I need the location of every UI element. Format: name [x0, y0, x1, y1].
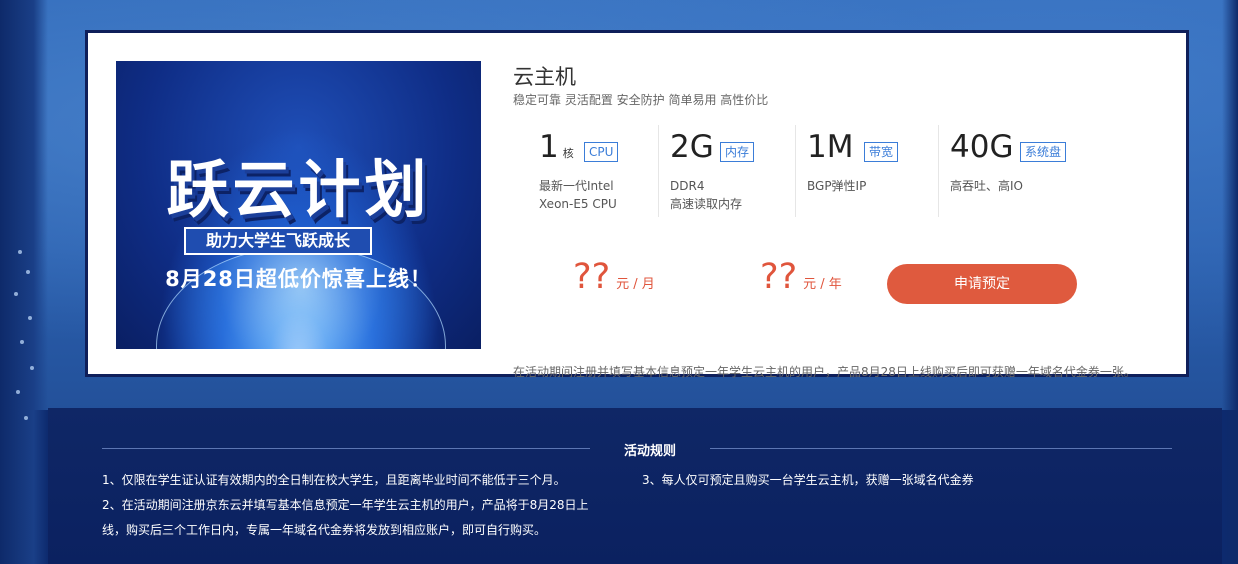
- rules-title: 活动规则: [623, 444, 676, 459]
- rules-divider-right: [710, 448, 1172, 449]
- spec-cpu: 1核 CPU 最新一代Intel Xeon-E5 CPU: [539, 125, 649, 217]
- rule-item-3: 3、每人仅可预定且购买一台学生云主机，获赠一张域名代金券: [642, 473, 974, 487]
- spec-cpu-tag: CPU: [584, 142, 619, 162]
- spec-disk: 40G 系统盘 高吞吐、高IO: [938, 125, 1110, 217]
- apply-reserve-button[interactable]: 申请预定: [887, 264, 1077, 304]
- rule-item-2: 2、在活动期间注册京东云并填写基本信息预定一年学生云主机的用户，产品将于8月28…: [102, 498, 589, 512]
- product-tags: 稳定可靠 灵活配置 安全防护 简单易用 高性价比: [513, 93, 769, 107]
- banner-title: 跃云计划: [166, 153, 431, 226]
- spec-cpu-value: 1核: [539, 129, 574, 165]
- spec-divider: [795, 125, 796, 217]
- spec-memory-value: 2G: [670, 129, 714, 165]
- price-monthly: ?? 元 / 月: [573, 257, 655, 297]
- spec-divider: [938, 125, 939, 217]
- price-yearly-amount: ??: [760, 257, 798, 297]
- spec-memory-desc: DDR4 高速读取内存: [670, 179, 743, 211]
- promo-note: 在活动期间注册并填写基本信息预定一年学生云主机的用户，产品8月28日上线购买后即…: [513, 365, 1136, 379]
- banner-launch-text: 8月28日超低价惊喜上线！: [165, 267, 432, 291]
- rule-item-2-cont: 线，购买后三个工作日内，专属一年域名代金券将发放到相应账户，即可自行购买。: [102, 523, 547, 537]
- spec-memory: 2G 内存 DDR4 高速读取内存: [658, 125, 790, 217]
- product-name: 云主机: [513, 65, 576, 89]
- spec-disk-desc: 高吞吐、高IO: [950, 179, 1023, 193]
- spec-bandwidth-desc: BGP弹性IP: [807, 179, 867, 193]
- price-monthly-unit: 元 / 月: [616, 277, 655, 292]
- right-edge-decoration: [1222, 0, 1238, 564]
- spec-disk-value: 40G: [950, 129, 1014, 165]
- rule-item-1: 1、仅限在学生证认证有效期内的全日制在校大学生，且距离毕业时间不能低于三个月。: [102, 473, 566, 487]
- price-yearly: ?? 元 / 年: [760, 257, 842, 297]
- spec-list: 1核 CPU 最新一代Intel Xeon-E5 CPU 2G 内存 DDR4 高速…: [513, 125, 1163, 217]
- spec-bandwidth: 1M 带宽 BGP弹性IP: [795, 125, 927, 217]
- globe-graphic: [156, 246, 446, 349]
- rules-divider-left: [102, 448, 590, 449]
- product-card: 跃云计划 助力大学生飞跃成长 8月28日超低价惊喜上线！ 云主机 稳定可靠 灵活…: [85, 30, 1189, 379]
- spec-bandwidth-tag: 带宽: [864, 142, 899, 162]
- bubble-decoration: [8, 240, 38, 440]
- spec-cpu-unit: 核: [562, 147, 574, 160]
- spec-cpu-desc: 最新一代Intel Xeon-E5 CPU: [539, 179, 617, 211]
- spec-disk-tag: 系统盘: [1020, 142, 1067, 162]
- spec-memory-tag: 内存: [720, 142, 755, 162]
- spec-bandwidth-value: 1M: [807, 129, 854, 165]
- price-yearly-unit: 元 / 年: [803, 277, 842, 292]
- promo-banner: 跃云计划 助力大学生飞跃成长 8月28日超低价惊喜上线！: [116, 61, 481, 349]
- price-monthly-amount: ??: [573, 257, 611, 297]
- spec-divider: [658, 125, 659, 217]
- banner-subtitle: 助力大学生飞跃成长: [184, 227, 372, 255]
